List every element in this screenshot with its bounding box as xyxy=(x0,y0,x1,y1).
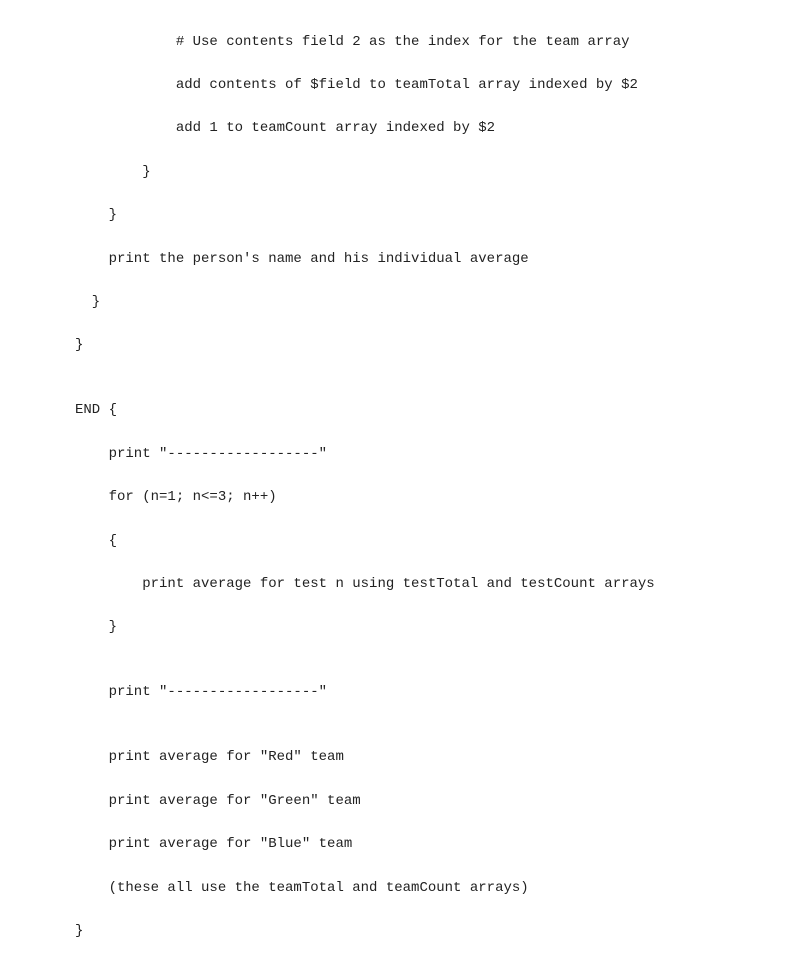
code-block: # Use contents field 2 as the index for … xyxy=(0,10,788,964)
code-line: END { xyxy=(75,400,788,422)
code-line: } xyxy=(75,292,788,314)
code-line: { xyxy=(75,531,788,553)
code-line: # Use contents field 2 as the index for … xyxy=(75,32,788,54)
code-line: print average for "Red" team xyxy=(75,747,788,769)
code-line: } xyxy=(75,335,788,357)
code-line: } xyxy=(75,617,788,639)
code-line: } xyxy=(75,205,788,227)
code-line: print the person's name and his individu… xyxy=(75,249,788,271)
code-line: add contents of $field to teamTotal arra… xyxy=(75,75,788,97)
code-line: } xyxy=(75,921,788,943)
code-line: add 1 to teamCount array indexed by $2 xyxy=(75,118,788,140)
code-line: print "------------------" xyxy=(75,444,788,466)
code-line: for (n=1; n<=3; n++) xyxy=(75,487,788,509)
code-line: print average for test n using testTotal… xyxy=(75,574,788,596)
code-line: (these all use the teamTotal and teamCou… xyxy=(75,878,788,900)
code-line: print average for "Blue" team xyxy=(75,834,788,856)
code-line: print "------------------" xyxy=(75,682,788,704)
code-line: } xyxy=(75,162,788,184)
code-line: print average for "Green" team xyxy=(75,791,788,813)
